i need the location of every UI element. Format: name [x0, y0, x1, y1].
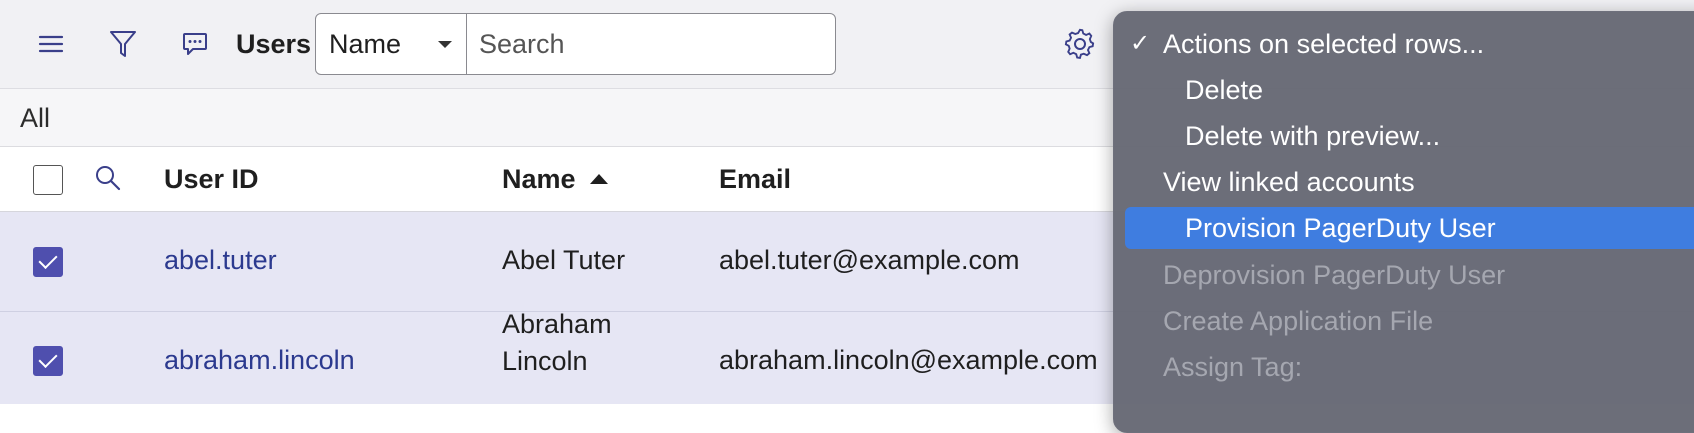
row-checkbox[interactable] — [33, 247, 63, 277]
search-field-select[interactable]: Name — [316, 14, 467, 74]
user-name-line2: Lincoln — [502, 346, 588, 376]
page-title: Users — [236, 29, 312, 59]
column-header-name-label: Name — [502, 164, 576, 194]
menu-item-create-application-file: Create Application File — [1114, 298, 1694, 344]
filter-icon[interactable] — [106, 27, 140, 61]
menu-item-view-linked-accounts[interactable]: View linked accounts — [1114, 159, 1694, 205]
user-email: abraham.lincoln@example.com — [719, 345, 1098, 375]
user-email: abel.tuter@example.com — [719, 245, 1020, 275]
menu-item-label: Deprovision PagerDuty User — [1163, 260, 1506, 290]
menu-item-label: Create Application File — [1163, 306, 1434, 336]
column-header-name[interactable]: Name — [502, 147, 608, 211]
menu-item-deprovision-pagerduty-user: Deprovision PagerDuty User — [1114, 252, 1694, 298]
hamburger-menu-icon[interactable] — [34, 27, 68, 61]
search-group: Name — [315, 13, 836, 75]
search-field-selected-value: Name — [329, 29, 402, 59]
user-name: Abraham Lincoln — [502, 306, 612, 380]
menu-item-label: Delete — [1185, 75, 1264, 105]
menu-item-provision-pagerduty-user[interactable]: Provision PagerDuty User — [1114, 207, 1694, 253]
comment-icon[interactable] — [178, 27, 212, 61]
menu-item-label: Delete with preview... — [1185, 121, 1441, 151]
menu-item-actions-on-selected-rows[interactable]: ✓ Actions on selected rows... — [1114, 21, 1694, 67]
row-checkbox[interactable] — [33, 346, 63, 376]
gear-icon[interactable] — [1064, 28, 1098, 62]
search-columns-icon[interactable] — [94, 164, 122, 197]
select-all-checkbox[interactable] — [33, 165, 63, 195]
user-id-link[interactable]: abraham.lincoln — [164, 345, 355, 376]
search-input[interactable] — [467, 14, 835, 74]
sort-ascending-icon — [589, 174, 608, 184]
menu-item-label: Assign Tag: — [1163, 352, 1303, 382]
breadcrumb-all[interactable]: All — [20, 98, 50, 138]
chevron-down-icon — [438, 41, 452, 48]
user-name-line1: Abraham — [502, 309, 612, 339]
menu-item-label: Provision PagerDuty User — [1185, 213, 1496, 243]
user-name: Abel Tuter — [502, 245, 626, 275]
user-id-link[interactable]: abel.tuter — [164, 245, 277, 276]
menu-item-label: Actions on selected rows... — [1163, 29, 1485, 59]
column-header-email[interactable]: Email — [719, 147, 791, 211]
actions-context-menu: ✓ Actions on selected rows... Delete Del… — [1113, 11, 1694, 433]
menu-item-delete[interactable]: Delete — [1114, 67, 1694, 113]
checkmark-icon: ✓ — [1130, 30, 1151, 57]
column-header-user-id[interactable]: User ID — [164, 147, 259, 211]
menu-item-assign-tag: Assign Tag: — [1114, 344, 1694, 390]
menu-item-label: View linked accounts — [1163, 167, 1415, 197]
menu-item-delete-with-preview[interactable]: Delete with preview... — [1114, 113, 1694, 159]
